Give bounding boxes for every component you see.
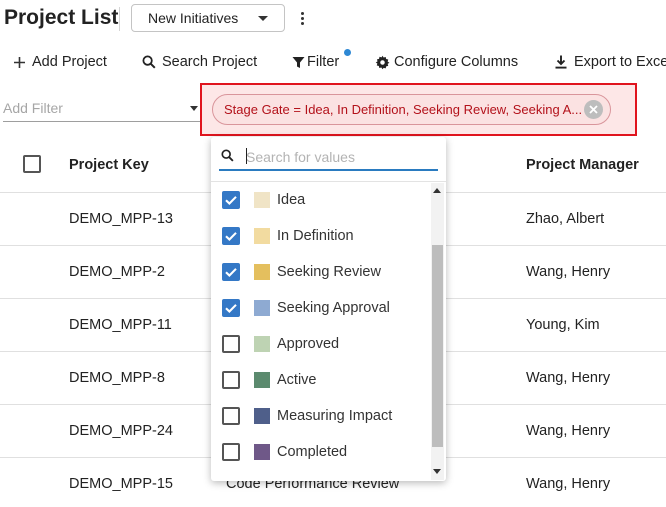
filter-icon: [292, 56, 305, 68]
add-filter-placeholder: Add Filter: [3, 100, 63, 116]
option-measuring-impact[interactable]: Measuring Impact: [211, 398, 431, 434]
column-header-project-key[interactable]: Project Key: [69, 157, 149, 173]
close-icon[interactable]: [584, 100, 603, 119]
download-icon: [555, 55, 567, 69]
filter-button[interactable]: Filter: [292, 52, 339, 72]
page-title: Project List: [4, 6, 119, 29]
option-active[interactable]: Active: [211, 362, 431, 398]
select-all-checkbox[interactable]: [23, 155, 41, 173]
option-idea[interactable]: Idea: [211, 182, 431, 218]
filter-label: Filter: [307, 54, 340, 70]
color-swatch: [254, 228, 270, 244]
checkbox-checked[interactable]: [222, 299, 240, 317]
search-icon: [221, 149, 234, 162]
filter-active-badge: [344, 49, 351, 56]
chevron-down-icon: [190, 106, 198, 111]
view-selector-label: New Initiatives: [148, 10, 239, 26]
option-in-definition[interactable]: In Definition: [211, 218, 431, 254]
view-selector[interactable]: New Initiatives: [131, 4, 285, 32]
option-approved[interactable]: Approved: [211, 326, 431, 362]
option-completed[interactable]: Completed: [211, 434, 431, 470]
stage-gate-filter-chip[interactable]: Stage Gate = Idea, In Definition, Seekin…: [212, 94, 611, 125]
color-swatch: [254, 372, 270, 388]
search-icon: [142, 55, 156, 69]
add-filter-select[interactable]: Add Filter: [3, 96, 200, 122]
value-search-input[interactable]: [246, 147, 431, 167]
option-label: In Definition: [277, 228, 354, 244]
export-label: Export to Exce: [574, 54, 666, 70]
option-seeking-approval[interactable]: Seeking Approval: [211, 290, 431, 326]
more-options-icon[interactable]: [293, 8, 311, 28]
project-manager-cell: Wang, Henry: [526, 370, 611, 386]
project-key-cell[interactable]: DEMO_MPP-11: [69, 317, 172, 333]
export-button[interactable]: Export to Exce: [555, 52, 666, 72]
search-project-button[interactable]: Search Project: [142, 52, 257, 72]
checkbox-unchecked[interactable]: [222, 407, 240, 425]
color-swatch: [254, 192, 270, 208]
checkbox-checked[interactable]: [222, 263, 240, 281]
project-key-cell[interactable]: DEMO_MPP-8: [69, 370, 165, 386]
value-search-box[interactable]: [219, 143, 438, 171]
color-swatch: [254, 336, 270, 352]
option-label: Seeking Approval: [277, 300, 390, 316]
configure-columns-button[interactable]: Configure Columns: [375, 52, 518, 72]
option-label: Idea: [277, 192, 306, 208]
filter-chip-label: Stage Gate = Idea, In Definition, Seekin…: [224, 102, 583, 117]
gear-icon: [375, 55, 390, 69]
checkbox-checked[interactable]: [222, 227, 240, 245]
project-key-cell[interactable]: DEMO_MPP-13: [69, 211, 173, 227]
option-label: Measuring Impact: [277, 408, 393, 424]
search-project-label: Search Project: [162, 54, 258, 70]
stage-gate-value-dropdown: Idea In Definition Seeking Review Seekin…: [211, 137, 446, 481]
project-manager-cell: Wang, Henry: [526, 423, 611, 439]
option-label: Active: [277, 372, 317, 388]
color-swatch: [254, 408, 270, 424]
color-swatch: [254, 264, 270, 280]
checkbox-unchecked[interactable]: [222, 443, 240, 461]
scroll-down-arrow-icon[interactable]: [433, 469, 441, 474]
text-cursor: [246, 148, 247, 164]
project-manager-cell: Young, Kim: [526, 317, 600, 333]
chevron-down-icon: [258, 16, 268, 21]
checkbox-unchecked[interactable]: [222, 371, 240, 389]
option-label: Seeking Review: [277, 264, 381, 280]
configure-columns-label: Configure Columns: [394, 54, 519, 70]
project-manager-cell: Wang, Henry: [526, 264, 611, 280]
option-seeking-review[interactable]: Seeking Review: [211, 254, 431, 290]
option-label: Approved: [277, 336, 340, 352]
column-header-project-manager[interactable]: Project Manager: [526, 157, 639, 173]
project-key-cell[interactable]: DEMO_MPP-2: [69, 264, 165, 280]
scroll-up-arrow-icon[interactable]: [433, 188, 441, 193]
add-project-button[interactable]: Add Project: [13, 52, 107, 72]
option-label: Completed: [277, 444, 348, 460]
checkbox-unchecked[interactable]: [222, 335, 240, 353]
color-swatch: [254, 300, 270, 316]
project-manager-cell: Wang, Henry: [526, 476, 611, 492]
project-manager-cell: Zhao, Albert: [526, 211, 605, 227]
dropdown-scrollbar-thumb[interactable]: [432, 245, 443, 447]
project-key-cell[interactable]: DEMO_MPP-15: [69, 476, 173, 492]
project-key-cell[interactable]: DEMO_MPP-24: [69, 423, 173, 439]
title-divider: [119, 7, 120, 31]
color-swatch: [254, 444, 270, 460]
checkbox-checked[interactable]: [222, 191, 240, 209]
add-project-label: Add Project: [32, 54, 107, 70]
plus-icon: [14, 56, 25, 68]
